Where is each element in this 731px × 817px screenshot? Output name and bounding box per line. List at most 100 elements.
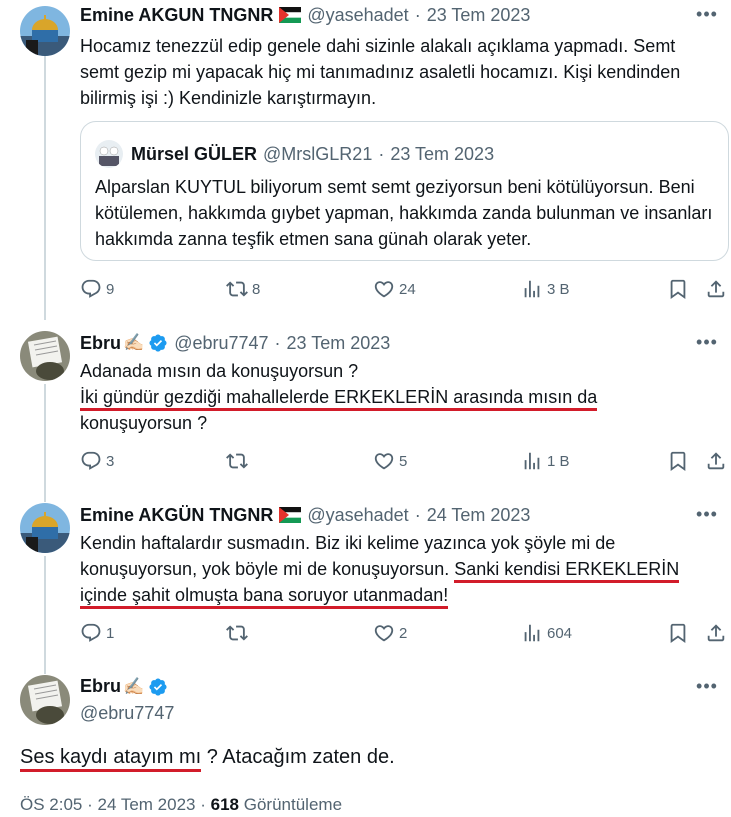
views-button[interactable]: 604 [521, 622, 572, 644]
views-button[interactable]: 1 B [521, 450, 570, 472]
tweet-text: Kendin haftalardır susmadın. Biz iki kel… [80, 530, 711, 609]
views-count: 1 B [547, 452, 570, 470]
like-button[interactable]: 2 [373, 622, 407, 644]
like-count: 2 [399, 624, 408, 642]
like-count: 5 [399, 452, 408, 470]
views-count: 604 [547, 624, 573, 642]
tweet-actions: 1 2 604 [80, 622, 719, 648]
author-name[interactable]: Ebru [80, 676, 121, 697]
views-label: Görüntüleme [243, 795, 343, 814]
more-icon[interactable]: ••• [695, 677, 719, 702]
like-icon [373, 278, 395, 300]
separator: · [274, 332, 281, 353]
tweet-date[interactable]: 24 Tem 2023 [427, 505, 531, 526]
author-handle[interactable]: @ebru7747 [80, 703, 174, 724]
author-name[interactable]: Ebru [80, 333, 121, 354]
writing-hand-emoji: ✍🏻 [123, 676, 145, 696]
like-button[interactable]: 24 [373, 278, 416, 300]
share-icon[interactable] [705, 622, 727, 649]
tweet-text-line: Adanada mısın da konuşuyorsun ? [80, 361, 359, 381]
reply-icon [80, 278, 102, 300]
reply-icon [80, 622, 102, 644]
tweet-header: Emine AKGUN TNGNR @yasehadet · 23 Tem 20… [80, 3, 530, 27]
reply-button[interactable]: 9 [80, 278, 114, 300]
avatar[interactable] [20, 6, 70, 56]
retweet-count: 8 [252, 280, 261, 298]
writing-hand-emoji: ✍🏻 [123, 333, 145, 352]
thread-line [44, 56, 46, 320]
retweet-button[interactable]: 8 [226, 278, 260, 300]
author-name[interactable]: Emine AKGUN TNGNR [80, 5, 273, 26]
author-handle[interactable]: @yasehadet [307, 505, 408, 526]
like-icon [373, 622, 395, 644]
author-name[interactable]: Emine AKGÜN TNGNR [80, 505, 273, 526]
separator: · [87, 795, 93, 814]
quoted-tweet-header: Mürsel GÜLER @MrslGLR21 · 23 Tem 2023 [95, 140, 494, 168]
thread-line [44, 384, 46, 502]
separator: · [414, 4, 421, 25]
separator: · [414, 504, 421, 525]
palestine-flag-icon [279, 507, 301, 523]
underlined-text: Sanki kendisi ERKEKLERİN [454, 559, 680, 583]
author-handle[interactable]: @ebru7747 [174, 333, 268, 354]
avatar[interactable] [20, 503, 70, 553]
reply-count: 9 [106, 280, 115, 298]
tweet-header: Emine AKGÜN TNGNR @yasehadet · 24 Tem 20… [80, 503, 530, 527]
author-handle[interactable]: @yasehadet [307, 5, 408, 26]
retweet-button[interactable] [226, 450, 252, 472]
tweet-meta: ÖS 2:05 · 24 Tem 2023 · 618 Görüntüleme [20, 795, 342, 815]
like-icon [373, 450, 395, 472]
verified-icon [148, 677, 168, 697]
avatar [95, 140, 123, 168]
avatar[interactable] [20, 331, 70, 381]
retweet-icon [226, 450, 248, 472]
tweet-date[interactable]: 23 Tem 2023 [287, 333, 391, 354]
share-icon[interactable] [705, 450, 727, 477]
quoted-tweet[interactable]: Mürsel GÜLER @MrslGLR21 · 23 Tem 2023 Al… [80, 121, 729, 261]
tweet-actions: 9 8 24 3 B [80, 278, 719, 304]
tweet-date[interactable]: 24 Tem 2023 [98, 795, 196, 814]
author-handle: @MrslGLR21 [263, 143, 373, 164]
bookmark-icon[interactable] [667, 278, 689, 305]
bookmark-icon[interactable] [667, 450, 689, 477]
reply-button[interactable]: 3 [80, 450, 114, 472]
verified-icon [148, 333, 168, 353]
avatar[interactable] [20, 675, 70, 725]
like-count: 24 [399, 280, 416, 298]
author-name: Mürsel GÜLER [131, 143, 258, 164]
like-button[interactable]: 5 [373, 450, 407, 472]
tweet-text: Hocamız tenezzül edip genele dahi sizinl… [80, 36, 681, 108]
tweet-text-line: konuşuyorsun ? [80, 413, 208, 433]
tweet-date[interactable]: 23 Tem 2023 [427, 5, 531, 26]
underlined-text: içinde şahit olmuşta bana soruyor utanma… [80, 585, 449, 609]
bookmark-icon[interactable] [667, 622, 689, 649]
views-count: 3 B [547, 280, 570, 298]
retweet-button[interactable] [226, 622, 252, 644]
more-icon[interactable]: ••• [695, 5, 719, 30]
separator: · [378, 143, 385, 164]
separator: · [200, 795, 206, 814]
palestine-flag-icon [279, 7, 301, 23]
quoted-tweet-text: Alparslan KUYTUL biliyorum semt semt gez… [95, 177, 713, 249]
more-icon[interactable]: ••• [695, 333, 719, 358]
reply-icon [80, 450, 102, 472]
tweet-header: Ebru ✍🏻 @ebru7747 · 23 Tem 2023 [80, 331, 390, 355]
underlined-text: Ses kaydı atayım mı [20, 746, 202, 772]
tweet-text: Adanada mısın da konuşuyorsun ? İki günd… [80, 358, 711, 436]
main-tweet-text: Ses kaydı atayım mı ? Atacağım zaten de. [20, 746, 395, 772]
views-icon [521, 278, 543, 300]
tweet-text-rest: ? Atacağım zaten de. [201, 746, 395, 768]
reply-button[interactable]: 1 [80, 622, 114, 644]
thread-line [44, 556, 46, 674]
tweet-actions: 3 5 1 B [80, 450, 719, 476]
retweet-icon [226, 278, 248, 300]
retweet-icon [226, 622, 248, 644]
views-count: 618 [210, 795, 240, 814]
views-button[interactable]: 3 B [521, 278, 570, 300]
more-icon[interactable]: ••• [695, 505, 719, 530]
reply-count: 1 [106, 624, 115, 642]
reply-count: 3 [106, 452, 115, 470]
views-icon [521, 622, 543, 644]
tweet-time[interactable]: ÖS 2:05 [20, 795, 82, 814]
share-icon[interactable] [705, 278, 727, 305]
